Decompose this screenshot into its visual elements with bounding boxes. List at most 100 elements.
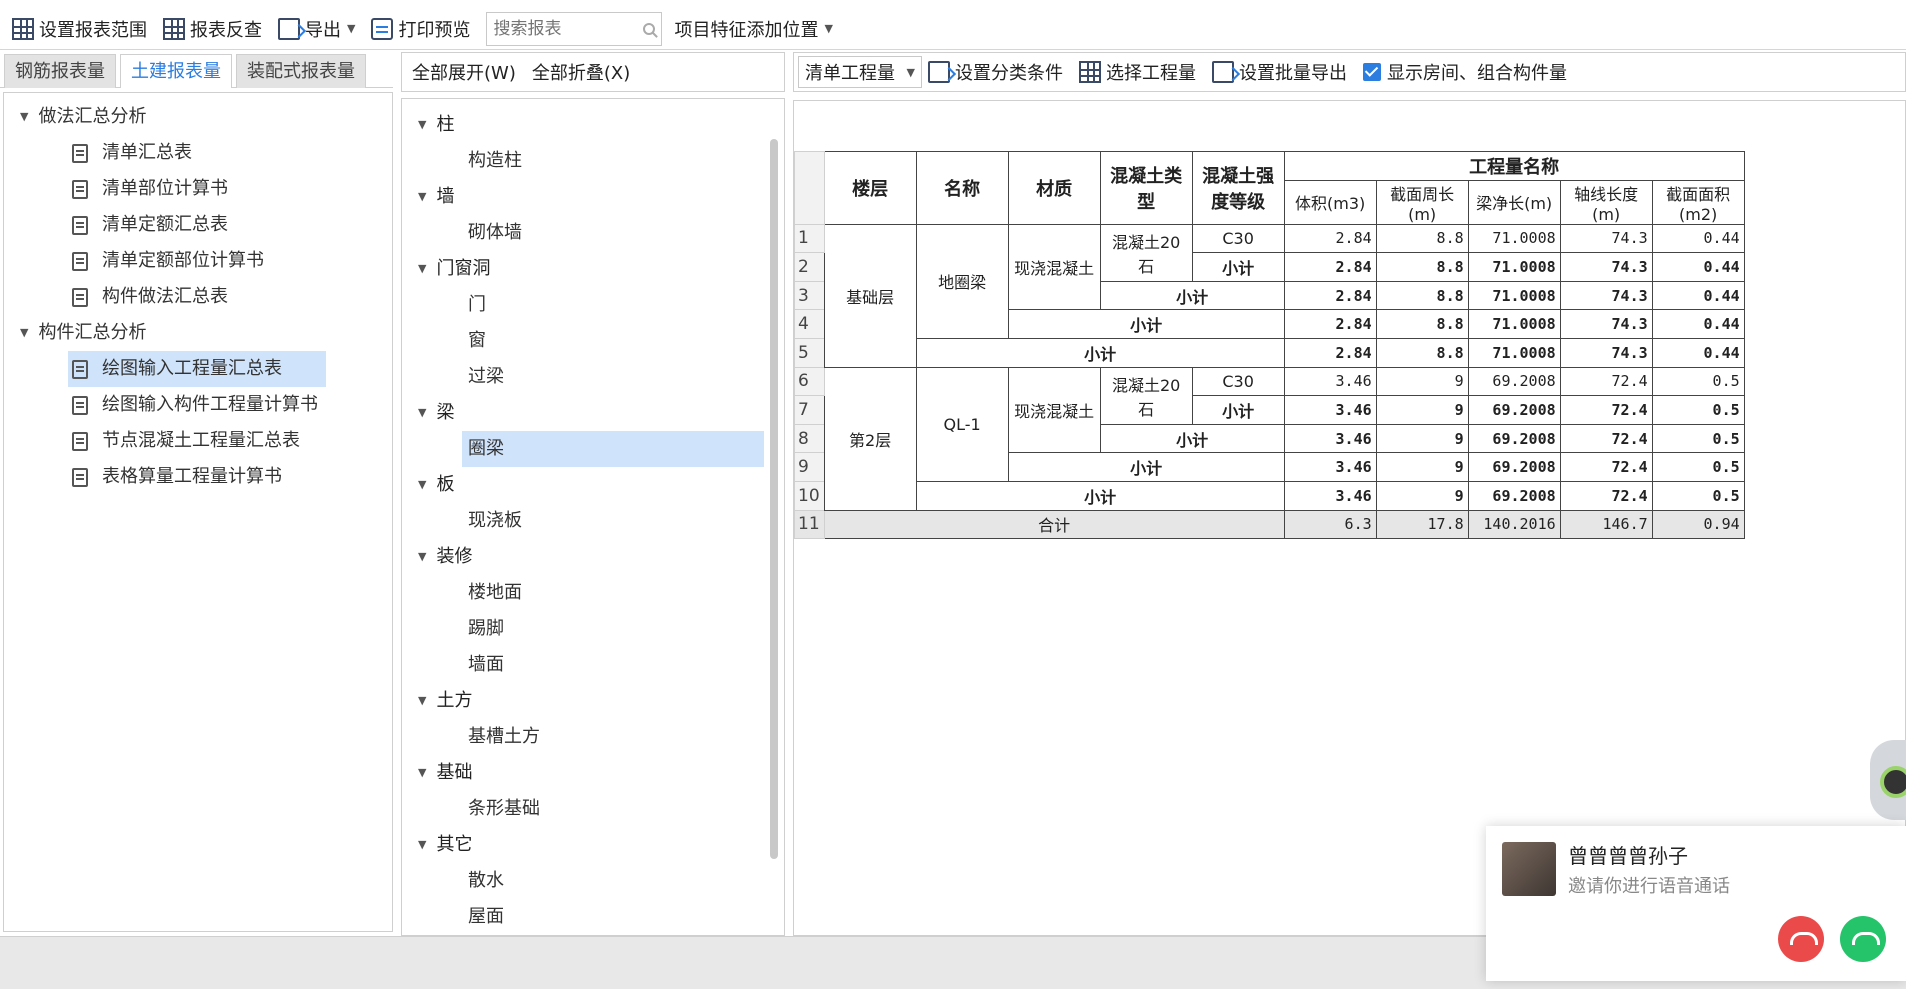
header-strength-grade: 混凝土强度等级 xyxy=(1191,151,1285,225)
caller-name: 曾曾曾曾孙子 xyxy=(1568,844,1688,868)
select-quantity-button[interactable]: 选择工程量 xyxy=(1073,55,1202,89)
row-number: 6 xyxy=(794,366,825,397)
tree-item-list-quota-summary[interactable]: 清单定额汇总表 xyxy=(4,207,392,243)
search-icon[interactable] xyxy=(643,22,656,35)
tree-item-list-quota-part-calc[interactable]: 清单定额部位计算书 xyxy=(4,243,392,279)
tree-item-node-concrete-summary[interactable]: 节点混凝土工程量汇总表 xyxy=(4,423,392,459)
tab-rebar-report[interactable]: 钢筋报表量 xyxy=(4,54,116,88)
expand-arrow-icon[interactable]: ▼ xyxy=(418,683,426,719)
report-search-icon xyxy=(163,17,185,40)
tree-item-list-part-calc[interactable]: 清单部位计算书 xyxy=(4,171,392,207)
category-item-trench-earthwork[interactable]: 基槽土方 xyxy=(402,719,784,755)
header-name: 名称 xyxy=(915,151,1009,225)
expand-arrow-icon[interactable]: ▼ xyxy=(418,395,426,431)
vertical-scrollbar[interactable] xyxy=(770,139,778,859)
cell-perimeter: 9 xyxy=(1375,452,1469,482)
tree-item-drawing-qty-summary[interactable]: 绘图输入工程量汇总表 xyxy=(68,351,326,387)
collapse-all-button[interactable]: 全部折叠(X) xyxy=(532,59,630,85)
set-category-button[interactable]: 设置分类条件 xyxy=(922,55,1069,89)
accept-call-button[interactable] xyxy=(1840,916,1886,962)
print-icon xyxy=(371,17,394,40)
category-item-wall-surface[interactable]: 墙面 xyxy=(402,647,784,683)
report-reverse-check-button[interactable]: 报表反查 xyxy=(157,12,268,46)
category-foundation[interactable]: ▼ 基础 xyxy=(402,755,784,791)
category-item-door[interactable]: 门 xyxy=(402,287,784,323)
quantity-type-select[interactable]: 清单工程量 ▼ xyxy=(798,56,922,88)
cell-axis-length: 72.4 xyxy=(1559,423,1653,454)
cell-net-length: 69.2008 xyxy=(1467,366,1561,397)
category-wall[interactable]: ▼ 墙 xyxy=(402,179,784,215)
category-other[interactable]: ▼ 其它 xyxy=(402,827,784,863)
checkbox-checked-icon[interactable] xyxy=(1363,63,1381,81)
decline-call-button[interactable] xyxy=(1778,916,1824,962)
batch-export-button[interactable]: 设置批量导出 xyxy=(1206,55,1353,89)
expand-arrow-icon[interactable]: ▼ xyxy=(418,827,426,863)
category-earthwork[interactable]: ▼ 土方 xyxy=(402,683,784,719)
cell-axis-length: 74.3 xyxy=(1559,337,1653,368)
cell-subtotal-label: 小计 xyxy=(915,337,1285,368)
row-number: 1 xyxy=(794,223,825,254)
report-toolbar: 清单工程量 ▼ 设置分类条件 选择工程量 设置批量导出 显示房间、组合构件量 xyxy=(793,52,1906,92)
category-item-lintel[interactable]: 过梁 xyxy=(402,359,784,395)
show-room-checkbox[interactable]: 显示房间、组合构件量 xyxy=(1357,55,1573,89)
cell-floor: 基础层 xyxy=(823,223,917,368)
expand-arrow-icon[interactable]: ▼ xyxy=(20,99,28,135)
table-row: 10 小计 3.46 9 69.2008 72.4 0.5 xyxy=(794,480,1745,511)
tree-group-component-summary[interactable]: ▼ 构件汇总分析 xyxy=(4,315,392,351)
tree-item-component-method-summary[interactable]: 构件做法汇总表 xyxy=(4,279,392,315)
feature-position-dropdown[interactable]: 项目特征添加位置 ▼ xyxy=(668,12,838,46)
category-item-cast-slab[interactable]: 现浇板 xyxy=(402,503,784,539)
document-icon xyxy=(72,467,88,487)
category-item-strip-foundation[interactable]: 条形基础 xyxy=(402,791,784,827)
tree-item-table-qty-calc[interactable]: 表格算量工程量计算书 xyxy=(4,459,392,495)
category-item-roof[interactable]: 屋面 xyxy=(402,899,784,935)
tab-civil-report[interactable]: 土建报表量 xyxy=(120,54,232,88)
header-concrete-type: 混凝土类型 xyxy=(1099,151,1193,225)
category-item-skirting[interactable]: 踢脚 xyxy=(402,611,784,647)
cell-subtotal-label: 小计 xyxy=(1099,280,1285,311)
assistant-robot-icon[interactable] xyxy=(1870,740,1906,820)
expand-arrow-icon[interactable]: ▼ xyxy=(418,755,426,791)
category-item-floor[interactable]: 楼地面 xyxy=(402,575,784,611)
set-report-range-button[interactable]: 设置报表范围 xyxy=(6,12,153,46)
cell-perimeter: 17.8 xyxy=(1375,509,1469,540)
category-decoration[interactable]: ▼ 装修 xyxy=(402,539,784,575)
cell-concrete-type: 混凝土20石 xyxy=(1099,223,1193,282)
report-search-box[interactable] xyxy=(486,11,663,46)
category-openings[interactable]: ▼ 门窗洞 xyxy=(402,251,784,287)
cell-total-label: 合计 xyxy=(823,509,1285,540)
category-item-construction-column[interactable]: 构造柱 xyxy=(402,143,784,179)
tree-group-method-summary[interactable]: ▼ 做法汇总分析 xyxy=(4,99,392,135)
cell-axis-length: 72.4 xyxy=(1559,480,1653,511)
grid-icon xyxy=(12,17,34,40)
row-number: 3 xyxy=(794,280,825,311)
category-item-window[interactable]: 窗 xyxy=(402,323,784,359)
export-button[interactable]: 导出 ▼ xyxy=(272,12,361,46)
expand-arrow-icon[interactable]: ▼ xyxy=(418,251,426,287)
export-icon xyxy=(1212,61,1234,83)
category-item-apron[interactable]: 散水 xyxy=(402,863,784,899)
cell-perimeter: 9 xyxy=(1375,395,1469,425)
print-preview-button[interactable]: 打印预览 xyxy=(365,12,476,46)
category-column[interactable]: ▼ 柱 xyxy=(402,107,784,143)
category-item-masonry-wall[interactable]: 砌体墙 xyxy=(402,215,784,251)
cell-area: 0.5 xyxy=(1651,395,1745,425)
category-settings-icon xyxy=(928,61,950,83)
chevron-down-icon: ▼ xyxy=(347,22,356,35)
tab-prefab-report[interactable]: 装配式报表量 xyxy=(236,54,366,88)
tree-item-drawing-component-calc[interactable]: 绘图输入构件工程量计算书 xyxy=(4,387,392,423)
expand-arrow-icon[interactable]: ▼ xyxy=(418,179,426,215)
report-panel: 清单工程量 ▼ 设置分类条件 选择工程量 设置批量导出 显示房间、组合构件量 楼… xyxy=(793,52,1906,936)
cell-area: 0.5 xyxy=(1651,423,1745,454)
expand-arrow-icon[interactable]: ▼ xyxy=(418,107,426,143)
category-beam[interactable]: ▼ 梁 xyxy=(402,395,784,431)
cell-area: 0.5 xyxy=(1651,480,1745,511)
expand-arrow-icon[interactable]: ▼ xyxy=(418,467,426,503)
category-item-ring-beam[interactable]: 圈梁 xyxy=(462,431,764,467)
tree-item-list-summary[interactable]: 清单汇总表 xyxy=(4,135,392,171)
expand-all-button[interactable]: 全部展开(W) xyxy=(412,59,516,85)
expand-arrow-icon[interactable]: ▼ xyxy=(418,539,426,575)
category-slab[interactable]: ▼ 板 xyxy=(402,467,784,503)
search-input[interactable] xyxy=(493,18,644,39)
expand-arrow-icon[interactable]: ▼ xyxy=(20,315,28,351)
